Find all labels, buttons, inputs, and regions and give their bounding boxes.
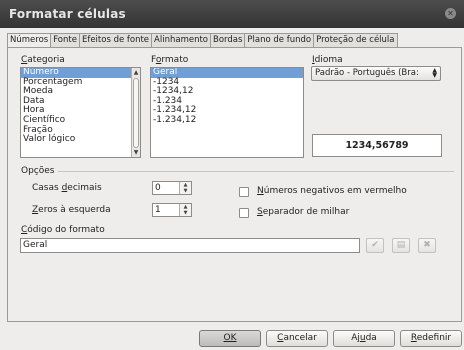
language-value: Padrão - Português (Bra:: [315, 68, 419, 78]
tab-plano-de-fundo[interactable]: Plano de fundo: [244, 33, 315, 47]
language-label: Idioma: [312, 55, 343, 65]
language-dropdown[interactable]: Padrão - Português (Bra: ▲ ▼: [311, 66, 441, 81]
tab-bar: Números Fonte Efeitos de fonte Alinhamen…: [7, 33, 398, 48]
format-list[interactable]: Geral -1234 -1234,12 -1.234 -1.234,12 -1…: [150, 67, 304, 158]
chevron-updown-icon: ▲ ▼: [432, 67, 437, 79]
thousands-separator-checkbox[interactable]: [239, 208, 249, 218]
category-label-rest: ategoria: [27, 55, 65, 65]
category-scrollbar[interactable]: ▲ ▼: [131, 68, 140, 157]
decimal-places-spinner[interactable]: 0 ▲ ▼: [152, 181, 192, 195]
decimal-places-label: Casas decimais: [32, 183, 102, 193]
category-list[interactable]: Número Porcentagem Moeda Data Hora Cient…: [20, 67, 141, 158]
delete-format-button[interactable]: ✖: [418, 238, 436, 253]
decimal-places-value: 0: [155, 183, 161, 193]
tab-numeros[interactable]: Números: [7, 33, 52, 48]
leading-zeros-label: Zeros à esquerda: [32, 205, 111, 215]
tab-alinhamento[interactable]: Alinhamento: [151, 33, 211, 47]
close-icon[interactable]: ✕: [445, 8, 456, 19]
add-format-button[interactable]: ✔: [366, 238, 384, 253]
ok-button[interactable]: OK: [199, 330, 261, 347]
window-title: Formatar células: [9, 7, 126, 21]
scroll-up-icon[interactable]: ▲: [132, 68, 140, 77]
format-label: Formato: [151, 55, 189, 65]
edit-comment-button[interactable]: ▤: [392, 238, 410, 253]
leading-zeros-value: 1: [155, 205, 161, 215]
format-code-label: Código do formato: [21, 225, 105, 235]
options-separator: [58, 171, 454, 172]
comment-icon: ▤: [396, 240, 406, 250]
tab-bordas[interactable]: Bordas: [210, 33, 246, 47]
scroll-down-icon[interactable]: ▼: [132, 148, 140, 157]
format-item[interactable]: -1.234,12: [151, 115, 303, 126]
tab-efeitos-de-fonte[interactable]: Efeitos de fonte: [78, 33, 153, 47]
thousands-separator-label[interactable]: Separador de milhar: [257, 207, 349, 217]
reset-button[interactable]: Redefinir: [400, 330, 462, 347]
spin-arrows-icon[interactable]: ▲ ▼: [179, 204, 191, 216]
format-preview: 1234,56789: [312, 134, 442, 157]
negative-red-checkbox[interactable]: [239, 187, 249, 197]
spin-arrows-icon[interactable]: ▲ ▼: [179, 182, 191, 194]
tab-fonte[interactable]: Fonte: [50, 33, 80, 47]
leading-zeros-spinner[interactable]: 1 ▲ ▼: [152, 203, 192, 217]
options-label: Opções: [21, 166, 55, 176]
checkmark-icon: ✔: [371, 240, 379, 250]
category-item[interactable]: Valor lógico: [21, 135, 140, 145]
help-button[interactable]: Ajuda: [333, 330, 395, 347]
negative-red-label[interactable]: Números negativos em vermelho: [257, 186, 407, 196]
title-bar: Formatar células ✕: [0, 0, 464, 28]
category-label: Categoria: [21, 55, 65, 65]
format-code-input[interactable]: Geral: [20, 238, 360, 253]
scroll-thumb[interactable]: [133, 78, 139, 148]
ok-label: OK: [223, 333, 237, 343]
cancel-button[interactable]: Cancelar: [266, 330, 328, 347]
delete-icon: ✖: [423, 240, 431, 250]
tab-protecao-de-celula[interactable]: Proteção de célula: [313, 33, 398, 47]
